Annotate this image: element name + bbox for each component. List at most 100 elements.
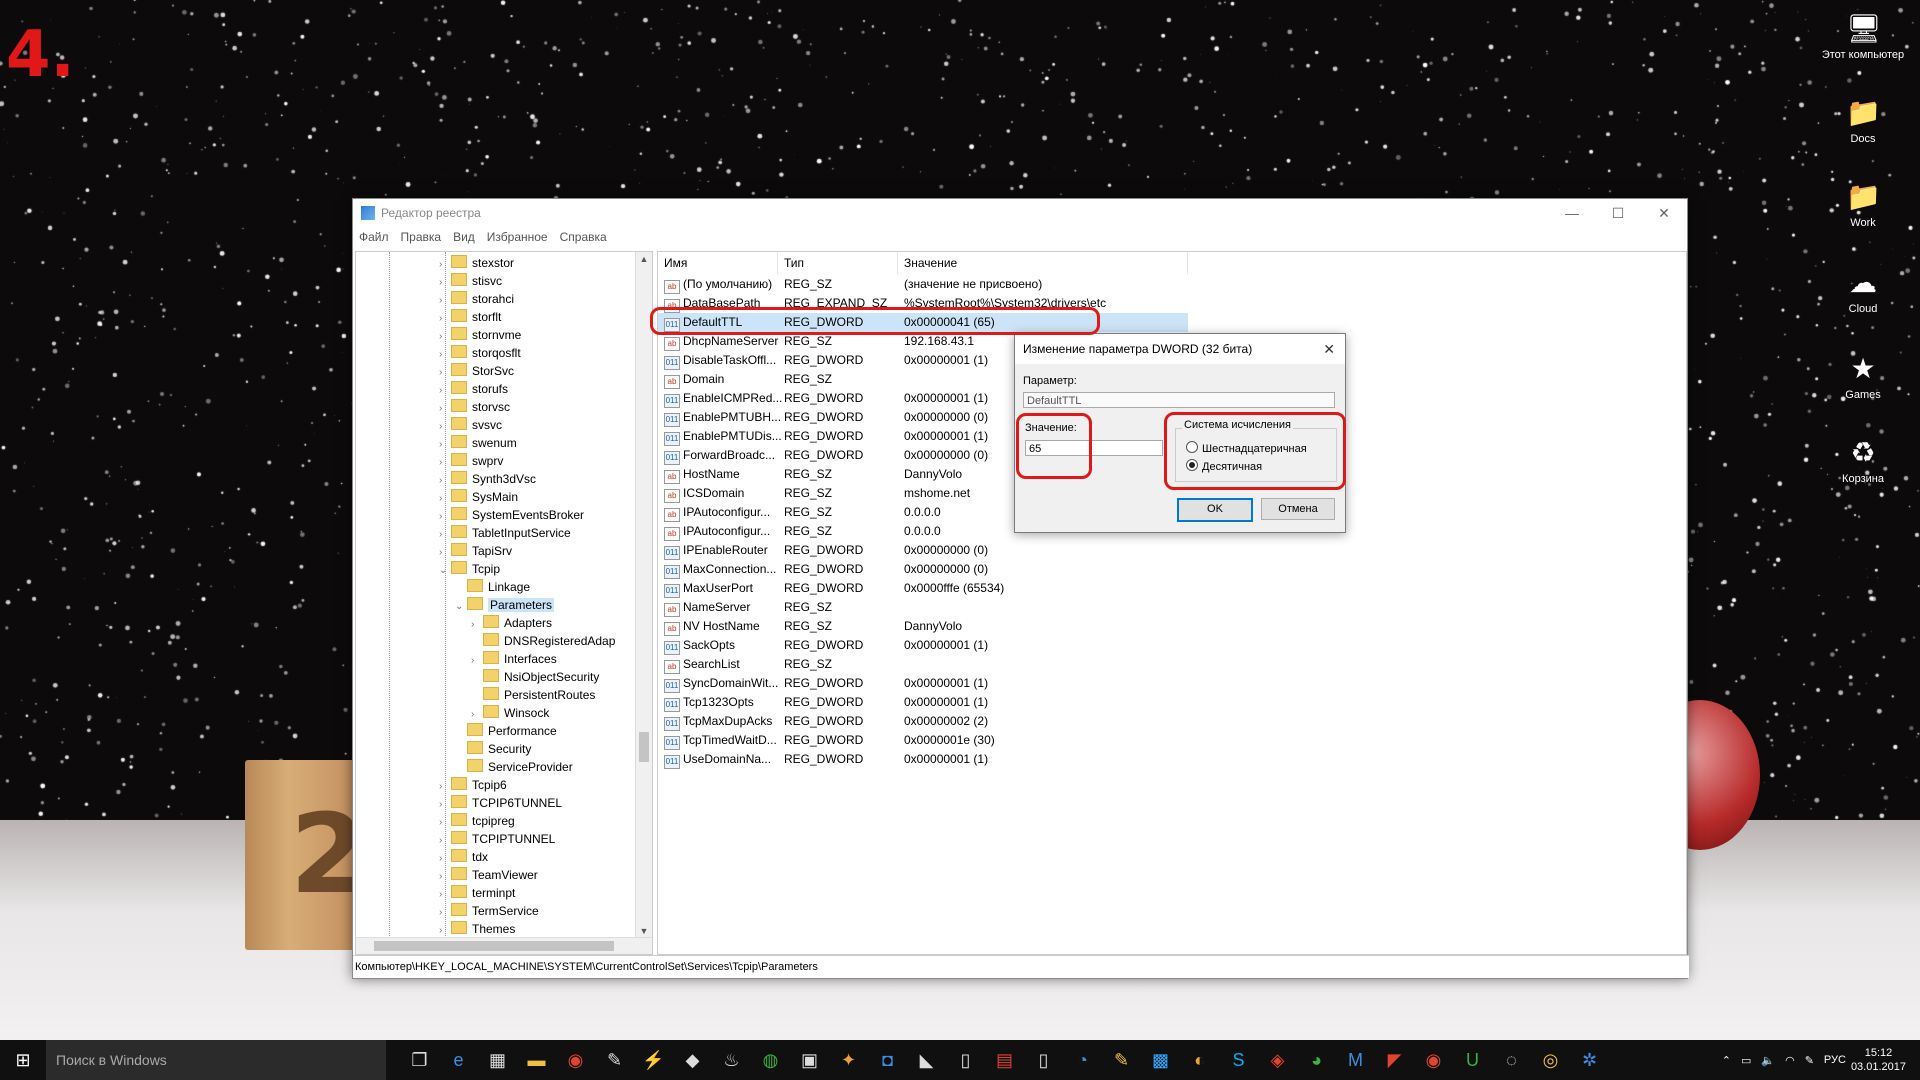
app-icon[interactable]: ◌ [1492,1050,1531,1071]
tree-horizontal-scrollbar[interactable] [356,937,652,954]
column-header-type[interactable]: Тип [778,252,898,274]
tree-node[interactable]: › tdx [439,848,488,866]
tree-node[interactable]: › svsvc [439,416,502,434]
explorer-icon[interactable]: ▬ [517,1050,556,1071]
regedit-taskbar-icon[interactable]: ✲ [1570,1050,1609,1071]
calculator-icon[interactable]: ▦ [478,1050,517,1071]
task-view-icon[interactable]: ❐ [400,1050,439,1071]
app-icon[interactable]: M [1336,1050,1375,1071]
tree-node[interactable]: › storflt [439,308,501,326]
tree-node[interactable]: › swenum [439,434,517,452]
start-button[interactable]: ⊞ [0,1040,46,1080]
value-row[interactable]: 011 MaxConnection... REG_DWORD 0x00000000 (… [658,560,1188,579]
value-input[interactable]: 65 [1025,440,1163,456]
tree-node[interactable]: PersistentRoutes [471,686,595,704]
desktop-icon[interactable]: 🖥 Этот компьютер [1818,12,1908,62]
tree-node[interactable]: › TapiSrv [439,542,512,560]
value-row[interactable]: 011 IPEnableRouter REG_DWORD 0x00000000 (0) [658,541,1188,560]
clock[interactable]: 15:12 03.01.2017 [1851,1046,1906,1074]
dialog-close-icon[interactable]: ✕ [1323,334,1335,364]
tree-node[interactable]: › storahci [439,290,514,308]
tree-node[interactable]: Linkage [455,578,530,596]
tree-node[interactable]: › Tcpip6 [439,776,507,794]
tree-vertical-scrollbar[interactable]: ▲ ▼ [635,252,652,938]
tree-node[interactable]: › stexstor [439,254,514,272]
scroll-up-icon[interactable]: ▲ [636,254,652,264]
tree-node[interactable]: ServiceProvider [455,758,573,776]
value-row[interactable]: 011 TcpMaxDupAcks REG_DWORD 0x00000002 (2) [658,712,1188,731]
app-icon[interactable]: ◉ [556,1050,595,1071]
app-icon[interactable]: ◤ [1375,1050,1414,1071]
value-row[interactable]: 011 UseDomainNa... REG_DWORD 0x00000001 (1) [658,750,1188,769]
app-icon[interactable]: ◔ [1063,1050,1102,1071]
value-row[interactable]: 011 SackOpts REG_DWORD 0x00000001 (1) [658,636,1188,655]
skype-icon[interactable]: S [1219,1050,1258,1071]
tree-node[interactable]: › stisvc [439,272,502,290]
steam-icon[interactable]: ♨ [712,1050,751,1071]
app-icon[interactable]: ▯ [946,1050,985,1071]
chevron-right-icon[interactable]: › [439,922,451,940]
close-button[interactable]: ✕ [1641,205,1687,222]
tree-node[interactable]: › terminpt [439,884,515,902]
menu-item[interactable]: Правка [401,230,442,244]
edge-icon[interactable]: e [439,1050,478,1071]
app-icon[interactable]: ◐ [1180,1050,1219,1071]
tree-node[interactable]: DNSRegisteredAdap [471,632,615,650]
app-icon[interactable]: ◈ [1258,1050,1297,1071]
tree-node[interactable]: › SysMain [439,488,518,506]
menu-item[interactable]: Избранное [487,230,548,244]
tree-node[interactable]: › StorSvc [439,362,514,380]
ok-button[interactable]: OK [1177,498,1253,522]
menu-item[interactable]: Файл [359,230,389,244]
photoshop-icon[interactable]: ▩ [1141,1050,1180,1071]
app-icon[interactable]: ◕ [1297,1050,1336,1071]
key-tree[interactable]: ▲ ▼ › stexstor › stisvc › storahci › storflt › st… [355,251,653,955]
value-row[interactable]: ab NV HostName REG_SZ DannyVolo [658,617,1188,636]
chevron-down-icon[interactable]: ⌄ [455,598,467,616]
tree-node[interactable]: ⌄ Parameters [455,596,555,616]
app-icon[interactable]: ◘ [868,1050,907,1071]
value-row[interactable]: 011 Tcp1323Opts REG_DWORD 0x00000001 (1) [658,693,1188,712]
radio-decimal[interactable]: Десятичная [1186,459,1262,473]
value-row[interactable]: 011 TcpTimedWaitD... REG_DWORD 0x0000001e (… [658,731,1188,750]
app-icon[interactable]: ✎ [595,1050,634,1071]
show-hidden-icons-icon[interactable]: ⌃ [1722,1054,1731,1067]
tree-node[interactable]: › swprv [439,452,503,470]
cancel-button[interactable]: Отмена [1261,498,1335,520]
app-icon[interactable]: U [1453,1050,1492,1071]
scroll-thumb[interactable] [639,732,649,762]
tree-node[interactable]: › Winsock [471,704,549,722]
value-row[interactable]: ab (По умолчанию) REG_SZ (значение не присв… [658,275,1188,294]
tree-node[interactable]: › Synth3dVsc [439,470,536,488]
chevron-down-icon[interactable]: ⌄ [439,562,451,580]
value-row[interactable]: ab SearchList REG_SZ [658,655,1188,674]
radio-hexadecimal[interactable]: Шестнадцатеричная [1186,441,1307,455]
minimize-button[interactable]: — [1549,205,1595,221]
taskbar-search[interactable]: Поиск в Windows [46,1040,386,1080]
app-icon[interactable]: ▯ [1024,1050,1063,1071]
tree-node[interactable]: › storvsc [439,398,510,416]
value-row[interactable]: 011 MaxUserPort REG_DWORD 0x0000fffe (65534… [658,579,1188,598]
tree-node[interactable]: › TabletInputService [439,524,571,542]
value-row[interactable]: ab NameServer REG_SZ [658,598,1188,617]
tree-node[interactable]: NsiObjectSecurity [471,668,599,686]
app-icon[interactable]: ✦ [829,1050,868,1071]
tree-node[interactable]: › tcpipreg [439,812,515,830]
tree-node[interactable]: › stornvme [439,326,521,344]
tree-node[interactable]: › Themes [439,920,515,938]
tree-node[interactable]: › TeamViewer [439,866,538,884]
desktop-icon[interactable]: 📁 Work [1818,180,1908,230]
value-row[interactable]: 011 SyncDomainWit... REG_DWORD 0x00000001 (… [658,674,1188,693]
value-row[interactable]: 011 DefaultTTL REG_DWORD 0x00000041 (65) [658,313,1188,332]
app-icon[interactable]: ▣ [790,1050,829,1071]
tree-node[interactable]: › Adapters [471,614,552,632]
value-row[interactable]: ab DataBasePath REG_EXPAND_SZ %SystemRoot%\… [658,294,1188,313]
app-icon[interactable]: ◉ [1414,1050,1453,1071]
app-icon[interactable]: ▤ [985,1050,1024,1071]
desktop-icon[interactable]: 📁 Docs [1818,96,1908,146]
app-icon[interactable]: ◣ [907,1050,946,1071]
menu-item[interactable]: Справка [560,230,607,244]
app-icon[interactable]: ◍ [751,1050,790,1071]
app-icon[interactable]: ⚡ [634,1050,673,1071]
scroll-thumb[interactable] [374,941,614,951]
